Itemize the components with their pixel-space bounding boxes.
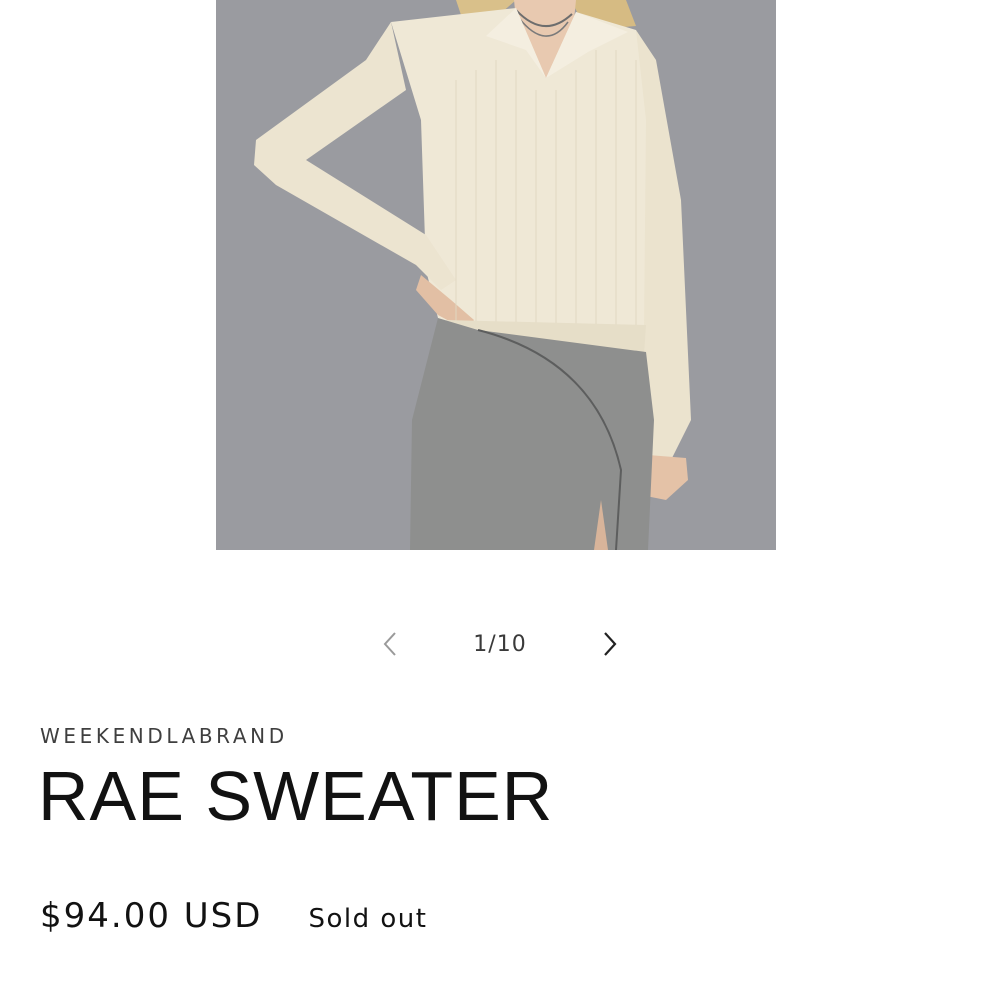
product-photo[interactable] [216, 0, 776, 550]
product-price: $94.00 USD [40, 896, 263, 936]
slider-controls: 1/10 [360, 620, 640, 668]
price-row: $94.00 USD Sold out [40, 896, 427, 936]
slide-counter: 1/10 [473, 631, 527, 657]
sold-out-badge: Sold out [308, 904, 428, 934]
chevron-left-icon [382, 631, 398, 657]
next-slide-button[interactable] [580, 620, 640, 668]
product-photo-illustration [216, 0, 776, 550]
chevron-right-icon [602, 631, 618, 657]
product-vendor: WEEKENDLABRAND [40, 724, 288, 748]
product-title: RAE SWEATER [38, 757, 554, 835]
product-page: 1/10 WEEKENDLABRAND RAE SWEATER $94.00 U… [0, 0, 1000, 1000]
previous-slide-button[interactable] [360, 620, 420, 668]
